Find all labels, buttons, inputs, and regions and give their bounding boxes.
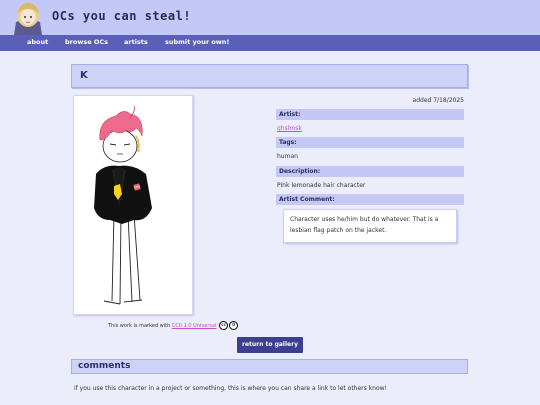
oc-title-bar: K <box>71 64 468 88</box>
tags-label: Tags: <box>276 137 464 148</box>
cc-icon: cc <box>219 321 229 330</box>
artist-label: Artist: <box>276 109 464 120</box>
artist-value: ghslmsk <box>277 125 302 132</box>
artist-comment-label: Artist Comment: <box>276 194 464 205</box>
return-to-gallery-button[interactable]: return to gallery <box>237 337 303 353</box>
nav-submit[interactable]: submit your own! <box>165 38 229 46</box>
license-link[interactable]: CC0 1.0 Universal <box>172 323 217 329</box>
artist-comment-box: Character uses he/him but do whatever. T… <box>283 209 457 243</box>
oc-name: K <box>80 70 88 81</box>
description-value: Pink lemonade hair character <box>277 182 366 189</box>
comments-title: comments <box>78 361 131 371</box>
tags-value[interactable]: human <box>277 153 298 160</box>
license-prefix: This work is marked with <box>108 323 171 329</box>
added-date: added 7/18/2025 <box>412 97 464 104</box>
comments-header: comments <box>71 359 468 374</box>
cc-zero-icon: 0 <box>229 321 239 330</box>
license-notice: This work is marked with CC0 1.0 Univers… <box>108 321 239 330</box>
comments-info: if you use this character in a project o… <box>74 385 387 392</box>
artist-link[interactable]: ghslmsk <box>277 125 302 132</box>
nav-browse-ocs[interactable]: browse OCs <box>65 38 108 46</box>
site-title[interactable]: OCs you can steal! <box>52 9 191 23</box>
site-logo-avatar[interactable] <box>8 0 48 35</box>
nav-about[interactable]: about <box>27 38 48 46</box>
nav-bar: about browse OCs artists submit your own… <box>0 35 540 51</box>
oc-character-drawing <box>94 105 152 305</box>
site-header: OCs you can steal! <box>0 0 540 35</box>
description-label: Description: <box>276 166 464 177</box>
nav-artists[interactable]: artists <box>124 38 148 46</box>
oc-image[interactable] <box>73 95 193 315</box>
